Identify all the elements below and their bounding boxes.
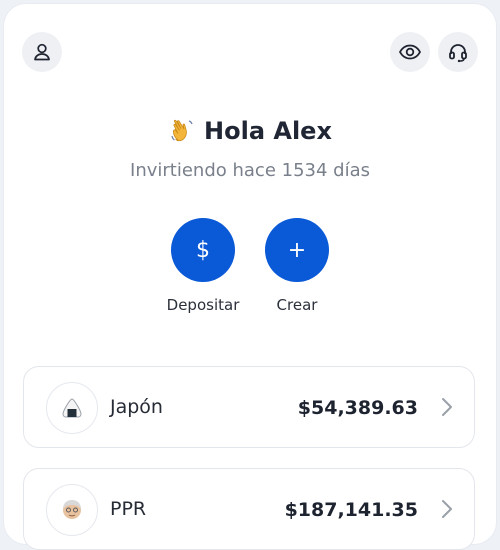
- deposit-button[interactable]: $: [171, 218, 235, 282]
- account-value: $187,141.35: [284, 499, 418, 521]
- deposit-action[interactable]: $ Depositar: [166, 218, 240, 314]
- quick-actions: $ Depositar + Crear: [4, 218, 496, 314]
- plus-icon: +: [287, 237, 307, 263]
- create-label: Crear: [276, 296, 318, 314]
- toggle-visibility-button[interactable]: [390, 32, 430, 72]
- account-value: $54,389.63: [297, 397, 418, 419]
- investing-since-text: Invirtiendo hace 1534 días: [130, 160, 370, 181]
- dollar-icon: $: [196, 237, 210, 263]
- chevron-right-icon: [442, 500, 452, 518]
- chevron-right-icon: [442, 398, 452, 416]
- create-button[interactable]: +: [265, 218, 329, 282]
- top-bar: [22, 32, 478, 72]
- home-card: Hola Alex Invirtiendo hace 1534 días $ D…: [4, 4, 496, 550]
- elder-avatar-icon: [46, 484, 98, 536]
- account-name: PPR: [110, 498, 147, 520]
- support-button[interactable]: [438, 32, 478, 72]
- profile-button[interactable]: [22, 32, 62, 72]
- waving-hand-icon: [168, 116, 198, 146]
- eye-icon: [398, 44, 422, 60]
- greeting-heading: Hola Alex: [4, 116, 496, 146]
- account-card-ppr[interactable]: PPR $187,141.35: [23, 468, 475, 550]
- account-name: Japón: [110, 396, 163, 418]
- deposit-label: Depositar: [166, 296, 240, 314]
- onigiri-icon: [46, 382, 98, 434]
- user-icon: [34, 43, 50, 61]
- create-action[interactable]: + Crear: [263, 218, 331, 314]
- account-card-japon[interactable]: Japón $54,389.63: [23, 366, 475, 448]
- headset-icon: [449, 44, 467, 63]
- greeting-text: Hola Alex: [204, 117, 332, 145]
